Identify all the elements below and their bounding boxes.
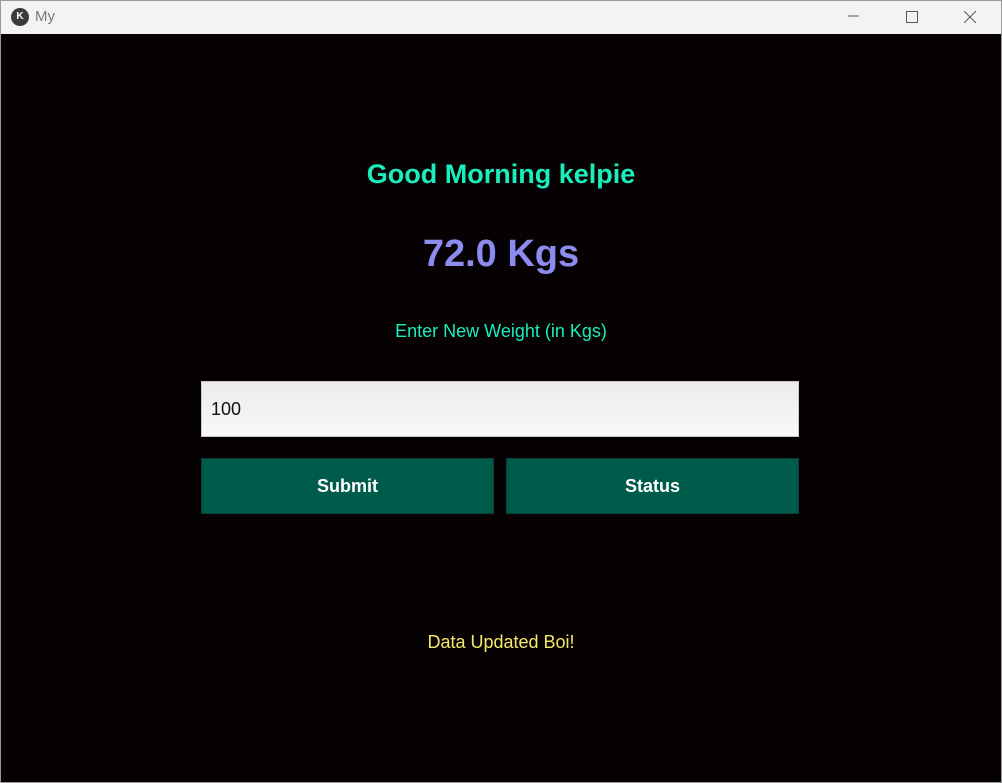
maximize-button[interactable] bbox=[883, 1, 941, 34]
window-title: My bbox=[35, 8, 55, 25]
weight-prompt-label: Enter New Weight (in Kgs) bbox=[395, 321, 607, 341]
kivy-logo-icon: K bbox=[11, 8, 29, 26]
minimize-icon bbox=[848, 15, 859, 17]
app-window: K My Good Morning kelpie 72.0 Kgs Enter … bbox=[0, 0, 1002, 783]
title-bar[interactable]: K My bbox=[1, 1, 1001, 34]
submit-button[interactable]: Submit bbox=[201, 458, 494, 514]
status-button[interactable]: Status bbox=[506, 458, 799, 514]
minimize-button[interactable] bbox=[825, 1, 883, 34]
main-content: Good Morning kelpie 72.0 Kgs Enter New W… bbox=[1, 34, 1001, 782]
maximize-icon bbox=[906, 11, 918, 23]
close-button[interactable] bbox=[941, 1, 999, 34]
greeting-heading: Good Morning kelpie bbox=[366, 159, 636, 189]
weight-input[interactable] bbox=[201, 381, 799, 437]
status-message: Data Updated Boi! bbox=[427, 632, 575, 652]
close-icon bbox=[964, 11, 976, 23]
current-weight: 72.0 Kgs bbox=[422, 233, 580, 275]
